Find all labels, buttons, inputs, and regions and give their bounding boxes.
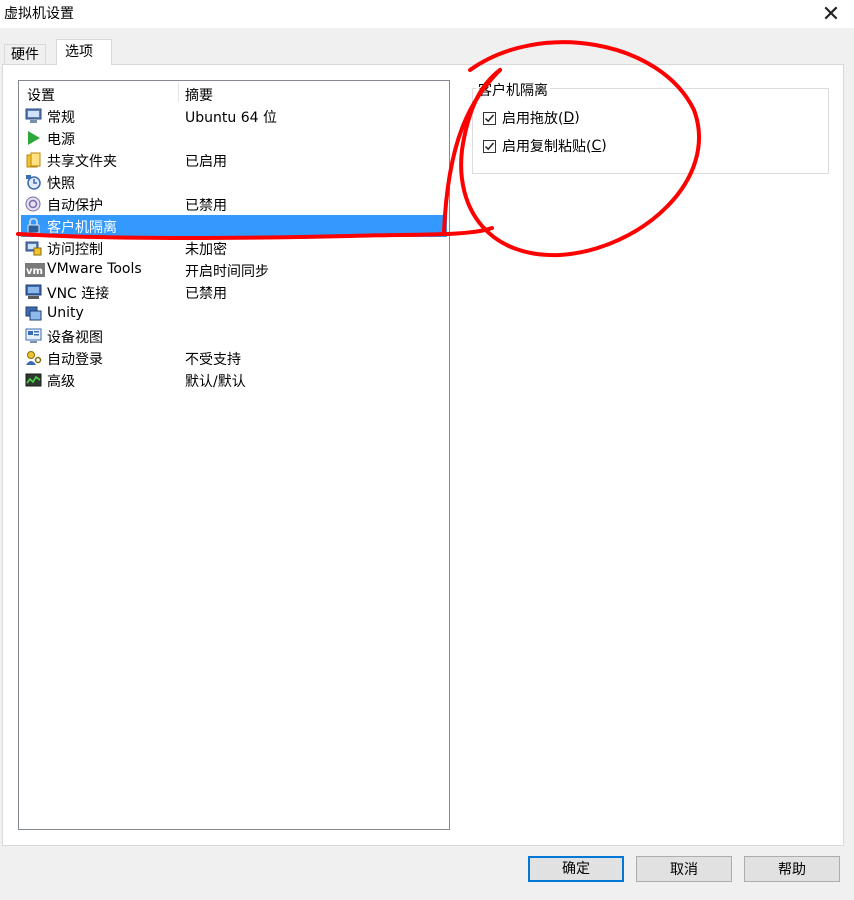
folder-icon — [25, 152, 42, 168]
list-item-label: VNC 连接 — [47, 286, 110, 302]
copy-paste-checkbox[interactable] — [483, 139, 496, 153]
settings-list[interactable]: 设置 摘要 常规 Ubuntu 64 位 电源 共享文件夹 已启用 快照 自动保… — [18, 80, 450, 830]
access-control-icon — [25, 240, 42, 256]
play-icon — [25, 130, 42, 146]
close-button[interactable]: ✕ — [808, 0, 854, 28]
list-item-autoprotect[interactable]: 自动保护 已禁用 — [21, 193, 447, 215]
column-header-summary[interactable]: 摘要 — [185, 85, 213, 105]
chart-icon — [25, 372, 42, 388]
enable-copy-paste-option[interactable]: 启用复制粘贴(C) — [483, 137, 607, 155]
list-item-label: 共享文件夹 — [47, 154, 117, 170]
column-separator[interactable] — [178, 82, 179, 102]
device-view-icon — [25, 328, 42, 344]
ok-button[interactable]: 确定 — [528, 856, 624, 882]
list-item-label: 高级 — [47, 374, 75, 390]
copy-paste-label-suffix: ) — [601, 138, 607, 154]
drag-drop-checkbox[interactable] — [483, 111, 496, 125]
drag-drop-accesskey: D — [563, 110, 575, 126]
window-title: 虚拟机设置 — [4, 6, 74, 22]
title-bar: 虚拟机设置 ✕ — [0, 0, 854, 28]
help-button[interactable]: 帮助 — [744, 856, 840, 882]
vmware-icon: vm — [25, 262, 45, 278]
list-item-shared-folders[interactable]: 共享文件夹 已启用 — [21, 149, 447, 171]
lock-icon — [25, 217, 42, 234]
list-item-label: VMware Tools — [47, 261, 142, 277]
list-item-advanced[interactable]: 高级 默认/默认 — [21, 369, 447, 391]
list-item-autologin[interactable]: 自动登录 不受支持 — [21, 347, 447, 369]
copy-paste-label: 启用复制粘贴( — [502, 139, 592, 155]
enable-drag-drop-option[interactable]: 启用拖放(D) — [483, 109, 580, 127]
list-item-summary: Ubuntu 64 位 — [185, 110, 277, 126]
guest-isolation-group — [472, 88, 829, 174]
list-item-access-control[interactable]: 访问控制 未加密 — [21, 237, 447, 259]
list-item-label: 设备视图 — [47, 330, 103, 346]
list-item-summary: 不受支持 — [185, 352, 241, 368]
drag-drop-label: 启用拖放( — [502, 111, 564, 127]
list-item-guest-isolation[interactable]: 客户机隔离 — [21, 215, 447, 237]
list-item-summary: 已禁用 — [185, 198, 227, 214]
autoprotect-icon — [25, 196, 42, 212]
column-header-setting[interactable]: 设置 — [27, 85, 55, 105]
user-key-icon — [25, 350, 42, 366]
list-item-snapshots[interactable]: 快照 — [21, 171, 447, 193]
cancel-button[interactable]: 取消 — [636, 856, 732, 882]
list-item-summary: 已启用 — [185, 154, 227, 170]
list-item-device-view[interactable]: 设备视图 — [21, 325, 447, 347]
list-item-label: 常规 — [47, 110, 75, 126]
list-item-general[interactable]: 常规 Ubuntu 64 位 — [21, 105, 447, 127]
list-item-label: 访问控制 — [47, 242, 103, 258]
list-item-label: 快照 — [47, 176, 75, 192]
unity-icon — [25, 306, 42, 322]
copy-paste-accesskey: C — [591, 138, 602, 154]
list-item-label: 自动保护 — [47, 198, 103, 214]
svg-text:vm: vm — [26, 266, 43, 277]
list-item-summary: 默认/默认 — [185, 374, 246, 390]
list-item-vmware-tools[interactable]: vm VMware Tools 开启时间同步 — [21, 259, 447, 281]
list-item-power[interactable]: 电源 — [21, 127, 447, 149]
list-item-summary: 已禁用 — [185, 286, 227, 302]
tab-options[interactable]: 选项 — [56, 39, 112, 65]
list-item-vnc[interactable]: VNC 连接 已禁用 — [21, 281, 447, 303]
list-item-label: 客户机隔离 — [47, 220, 117, 236]
list-item-label: 自动登录 — [47, 352, 103, 368]
list-item-unity[interactable]: Unity — [21, 303, 447, 325]
group-title: 客户机隔离 — [476, 80, 550, 100]
snapshot-icon — [25, 174, 42, 190]
tab-hardware[interactable]: 硬件 — [4, 44, 46, 65]
monitor-icon — [25, 108, 42, 124]
list-item-label: Unity — [47, 305, 84, 321]
vnc-icon — [25, 284, 42, 300]
list-item-label: 电源 — [47, 132, 75, 148]
drag-drop-label-suffix: ) — [574, 110, 580, 126]
list-item-summary: 开启时间同步 — [185, 264, 269, 280]
list-item-summary: 未加密 — [185, 242, 227, 258]
